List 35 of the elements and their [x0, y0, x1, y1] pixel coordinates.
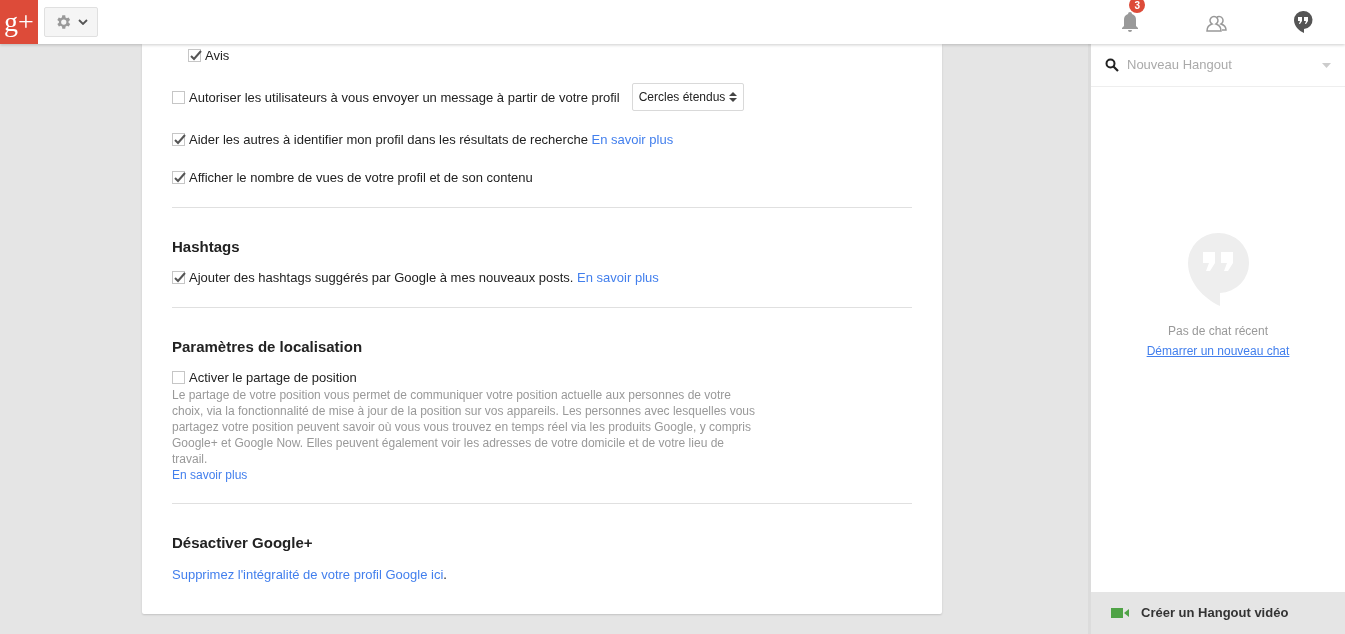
- up-down-caret-icon: [729, 91, 738, 103]
- section-title: Paramètres de localisation: [172, 338, 364, 356]
- option-label: Afficher le nombre de vues de votre profil et de son contenu: [189, 169, 533, 187]
- chevron-down-icon: [78, 19, 88, 25]
- learn-more-link[interactable]: En savoir plus: [577, 270, 659, 285]
- start-chat-link[interactable]: Démarrer un nouveau chat: [1146, 342, 1290, 360]
- notification-count: 3: [1129, 0, 1146, 13]
- video-camera-icon: [1111, 608, 1129, 618]
- hangout-search-field[interactable]: Nouveau Hangout: [1127, 55, 1314, 75]
- app-logo[interactable]: g+: [0, 0, 38, 44]
- checkbox[interactable]: [172, 371, 185, 384]
- checkbox[interactable]: [172, 133, 185, 146]
- learn-more-link[interactable]: En savoir plus: [591, 132, 674, 147]
- dropdown-triangle-icon: [1322, 62, 1331, 68]
- delete-profile-text: Supprimez l'intégralité de votre profil Google ici.: [172, 566, 448, 584]
- checkbox[interactable]: [172, 271, 185, 284]
- checkbox[interactable]: [188, 49, 201, 62]
- option-label: Activer le partage de position: [189, 369, 357, 387]
- hangouts-icon[interactable]: [1292, 10, 1313, 34]
- section-title: Désactiver Google+: [172, 534, 314, 552]
- description-text: Le partage de votre position vous permet de communiquer votre position actuelle aux personnes de votre choix, via la fonctionnalité de mise à jour de la position sur vos appareils. Les personnes avec lesquelles vous partagez votre position peuvent savoir où vous vous trouvez en temps réel via les produits Google, y compris Google+ et Google Now. Elles peuvent également voir les adresses de votre domicile et de votre lieu de travail.: [172, 387, 756, 467]
- section-title: Hashtags: [172, 238, 241, 256]
- checkbox[interactable]: [172, 91, 185, 104]
- settings-menu-button[interactable]: [44, 7, 98, 37]
- option-label: Ajouter des hashtags suggérés par Google à mes nouveaux posts. En savoir plus: [189, 269, 659, 287]
- checkbox[interactable]: [172, 171, 185, 184]
- video-hangout-button[interactable]: Créer un Hangout vidéo: [1091, 592, 1345, 634]
- option-label: Autoriser les utilisateurs à vous envoyer un message à partir de votre profil: [189, 89, 620, 107]
- notification-bell-icon[interactable]: [1120, 11, 1141, 33]
- empty-state-text: Pas de chat récent: [1167, 323, 1269, 340]
- learn-more-link[interactable]: En savoir plus: [172, 468, 248, 482]
- search-icon: [1105, 58, 1119, 72]
- option-label: Aider les autres à identifier mon profil dans les résultats de recherche En savoir plus: [189, 131, 674, 149]
- option-label: Avis: [205, 47, 230, 65]
- circles-select[interactable]: Cercles étendus: [631, 83, 745, 111]
